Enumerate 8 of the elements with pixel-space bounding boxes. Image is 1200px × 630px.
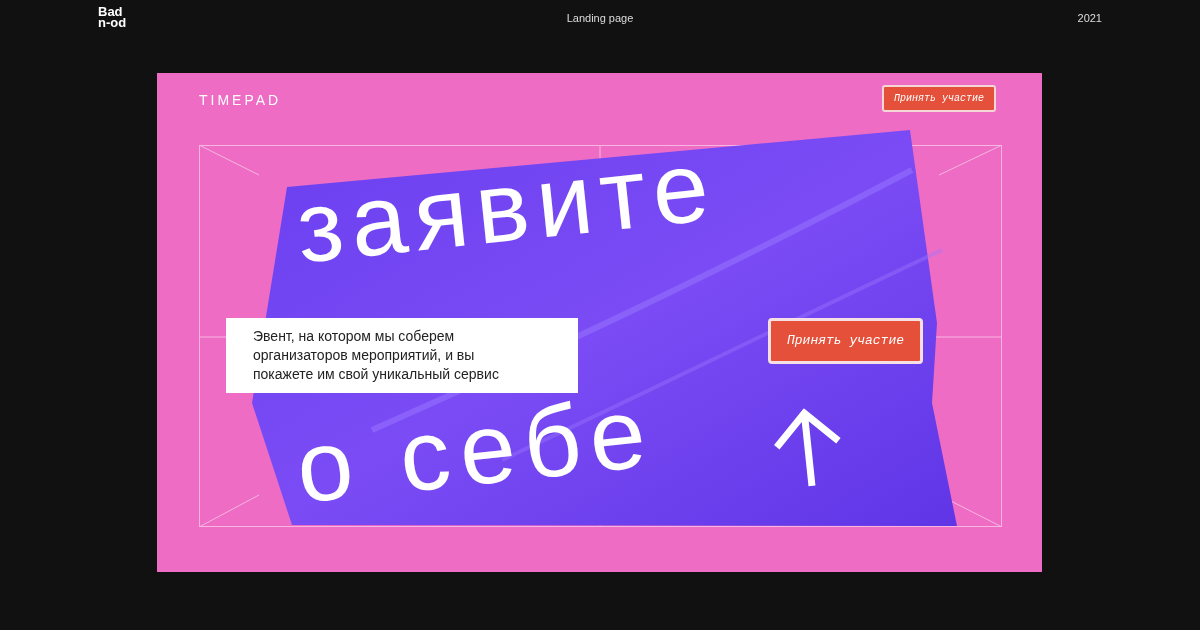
join-button[interactable]: Принять участие	[882, 85, 996, 112]
logo[interactable]: Bad n-od	[98, 6, 158, 28]
brand-logo: TIMEPAD	[199, 91, 282, 110]
headline-text: заявите	[291, 129, 722, 283]
year-label: 2021	[1076, 11, 1102, 26]
description-text: Эвент, на котором мы соберем организаторов мероприятий, и вы покажете им свой уникальный сервис	[226, 318, 578, 393]
join-button[interactable]: Принять участие	[768, 318, 924, 364]
page-title: Landing page	[566, 11, 634, 26]
